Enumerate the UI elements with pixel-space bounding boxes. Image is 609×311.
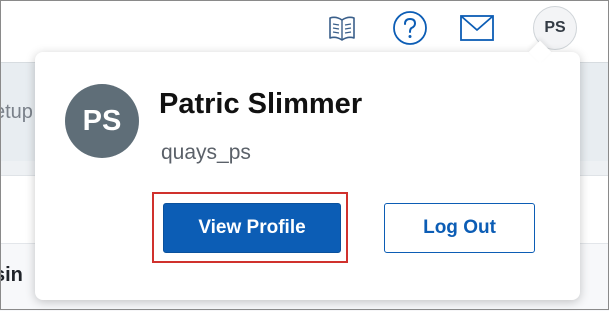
window-frame — [0, 0, 609, 310]
